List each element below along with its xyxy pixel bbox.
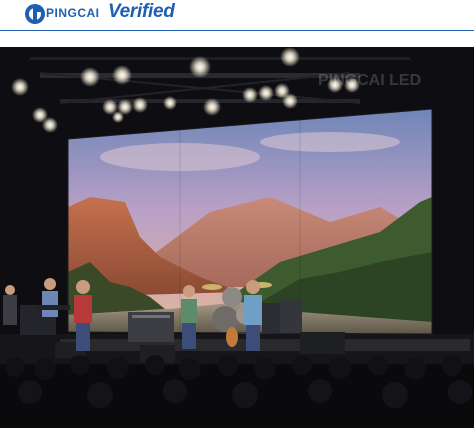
header-divider: [0, 30, 474, 31]
pingcai-logo-icon: [25, 4, 45, 24]
audience-silhouettes: [0, 355, 474, 428]
photo-watermark: PINGCAI LED: [318, 72, 421, 89]
brand-name: PINGCAI: [46, 6, 100, 20]
verified-label: Verified: [108, 1, 175, 22]
page-header: PINGCAI Verified: [0, 0, 474, 30]
stage-scene-illustration: PINGCAI LED: [0, 47, 474, 428]
concert-stage-photo: PINGCAI LED: [0, 47, 474, 428]
